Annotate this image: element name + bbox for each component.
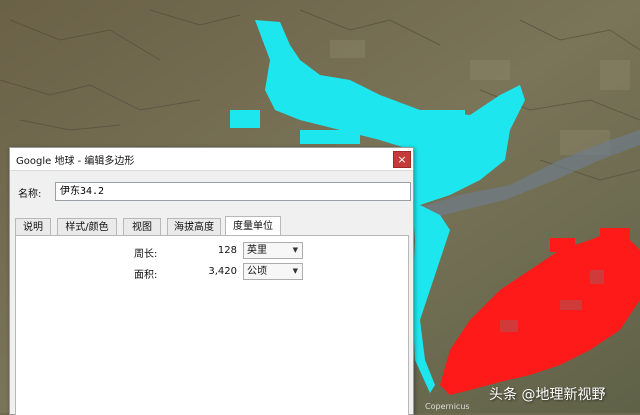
tab-description[interactable]: 说明 <box>15 218 51 236</box>
tab-style-color[interactable]: 样式/颜色 <box>57 218 117 236</box>
area-value: 3,420 <box>208 266 237 277</box>
area-label: 面积: <box>134 270 158 281</box>
imagery-credit: Copernicus <box>425 402 470 411</box>
edit-polygon-dialog: Google 地球 - 编辑多边形 × 名称: 伊东34.2 说明 样式/颜色 … <box>9 147 414 415</box>
name-label: 名称: <box>18 189 42 200</box>
dialog-titlebar[interactable]: Google 地球 - 编辑多边形 × <box>10 148 413 171</box>
area-unit-value: 公顷 <box>247 266 267 277</box>
name-input[interactable]: 伊东34.2 <box>55 182 411 201</box>
perimeter-value: 128 <box>217 245 237 256</box>
measurements-panel: 周长: 128 英里 ▼ 面积: 3,420 公顷 ▼ <box>15 235 409 415</box>
perimeter-label: 周长: <box>134 249 158 260</box>
close-button[interactable]: × <box>393 151 411 168</box>
chevron-down-icon: ▼ <box>292 246 298 254</box>
tab-view[interactable]: 视图 <box>123 218 161 236</box>
dialog-title: Google 地球 - 编辑多边形 <box>16 156 135 167</box>
perimeter-unit-value: 英里 <box>247 245 267 256</box>
watermark-text: 头条 @地理新视野 <box>489 387 606 403</box>
tab-measurements[interactable]: 度量单位 <box>225 216 281 237</box>
chevron-down-icon: ▼ <box>292 267 298 275</box>
perimeter-unit-select[interactable]: 英里 ▼ <box>243 242 303 259</box>
area-unit-select[interactable]: 公顷 ▼ <box>243 263 303 280</box>
tab-altitude[interactable]: 海拔高度 <box>167 218 221 236</box>
